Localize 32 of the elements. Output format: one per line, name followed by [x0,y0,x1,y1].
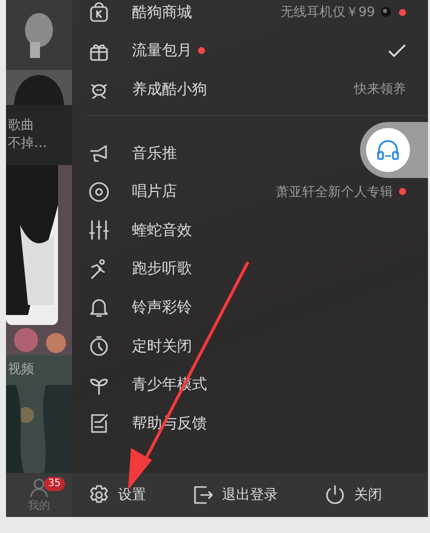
settings-icon [88,484,110,506]
caption-text: 视频 [7,361,35,379]
bell-icon [88,296,110,318]
earphone-icon [379,5,393,20]
equalizer-icon [88,219,110,242]
user-icon [29,478,49,498]
caption-text: 不掉… [7,135,48,153]
feedback-icon [88,412,110,434]
logout-icon [192,484,214,506]
megaphone-icon [88,142,110,164]
footer-button[interactable]: 退出登录 [192,484,278,506]
headphone-icon [376,139,400,161]
menu-item[interactable]: 唱片店 萧亚轩全新个人专辑 [88,172,428,211]
menu-item[interactable]: 养成酷小狗 快来领养 [88,70,428,109]
check-icon [388,44,406,58]
bag-icon [88,1,110,24]
headphone-button[interactable] [366,128,410,172]
disc-icon [88,180,110,203]
timer-icon [88,335,110,358]
count-badge: 35 [44,477,65,491]
menu-item[interactable]: 铃声彩铃 [88,288,214,327]
footer-button[interactable]: 关闭 [324,484,382,506]
menu-item[interactable]: 蝰蛇音效 [88,210,214,250]
menu-item[interactable]: 酷狗商城 无线耳机仅￥99 [88,0,428,32]
footer-button[interactable]: 设置 [88,484,146,506]
menu-item[interactable]: 音乐推 [88,134,199,172]
menu-item[interactable]: 定时关闭 [88,326,214,366]
power-icon [324,484,346,506]
menu-item[interactable]: 跑步听歌 [88,250,214,288]
caption-text: 歌曲 [7,117,35,135]
profile-tab[interactable]: 我的 35 [6,473,72,517]
menu-item[interactable]: 流量包月 [88,32,428,70]
